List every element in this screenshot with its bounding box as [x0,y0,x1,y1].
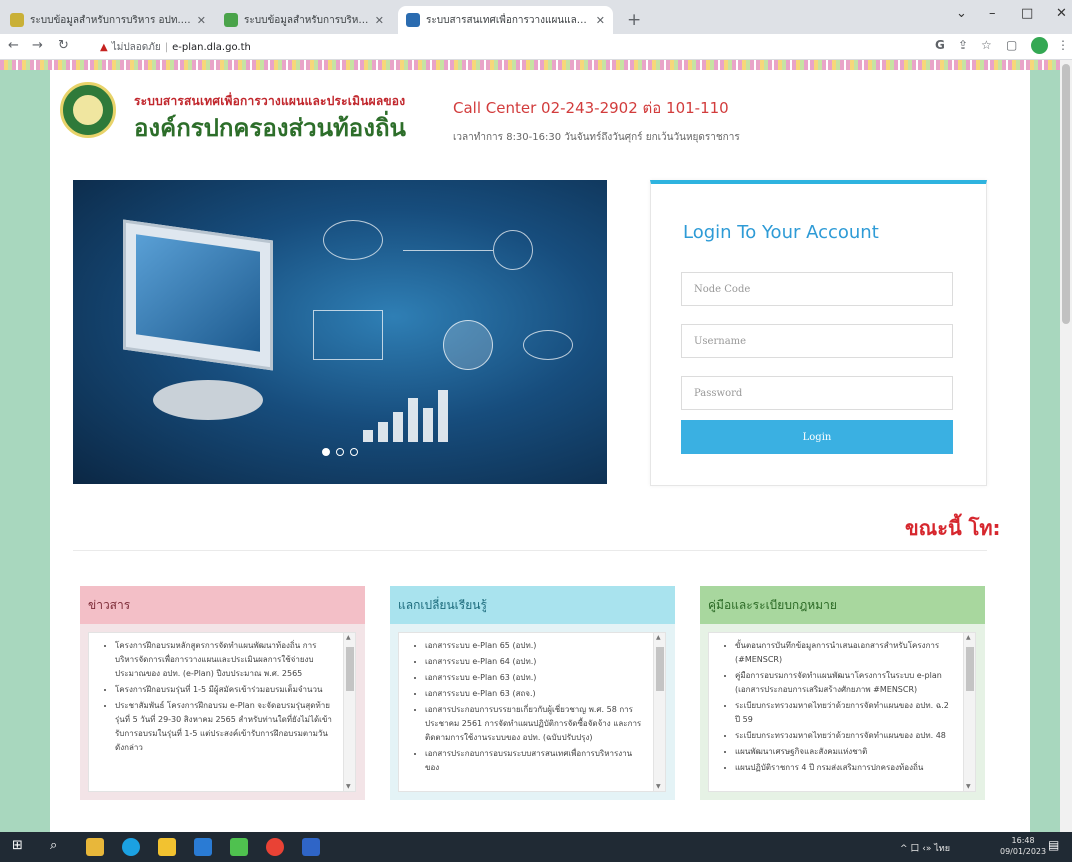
news-item[interactable]: ประชาสัมพันธ์ โครงการฝึกอบรม e-Plan จะจั… [115,699,333,755]
url-text: e-plan.dla.go.th [172,41,251,53]
notification-icon[interactable]: ▤ [1048,838,1066,856]
browser-toolbar: ← → ↻ ▲ ไม่ปลอดภัย | e-plan.dla.go.th G … [0,34,1072,60]
list-scrollbar[interactable]: ▲ ▼ [343,633,355,791]
document-link[interactable]: เอกสารระบบ e-Plan 65 (อปท.) [425,639,643,653]
edge-browser-icon[interactable] [122,838,140,856]
document-link[interactable]: เอกสารประกอบการอบรมระบบสารสนเทศเพื่อการบ… [425,747,643,775]
knowledge-share-panel: แลกเปลี่ยนเรียนรู้ เอกสารระบบ e-Plan 65 … [390,586,675,800]
image-carousel[interactable] [73,180,607,484]
divider: | [164,41,169,53]
news-item[interactable]: โครงการฝึกอบรมรุ่นที่ 1-5 มีผู้สมัครเข้า… [115,683,333,697]
favicon-icon [224,13,238,27]
tab-title: ระบบข้อมูลสำหรับการบริหาร อปท.ด้านอ... [244,14,369,26]
news-panel: ข่าวสาร โครงการฝึกอบรมหลักสูตรการจัดทำแผ… [80,586,365,800]
document-link[interactable]: เอกสารระบบ e-Plan 64 (อปท.) [425,655,643,669]
browser-tab-1[interactable]: ระบบข้อมูลสำหรับการบริหาร อปท.ด้านอ... ✕ [2,6,214,34]
bar-illustration [363,390,448,442]
manual-link[interactable]: ระเบียบกระทรวงมหาดไทยว่าด้วยการจัดทำแผนข… [735,699,953,727]
document-link[interactable]: เอกสารระบบ e-Plan 63 (สถจ.) [425,687,643,701]
favicon-icon [10,13,24,27]
browser-tab-active[interactable]: ระบบสารสนเทศเพื่อการวางแผนและประ... ✕ [398,6,613,34]
store-icon[interactable] [158,838,176,856]
menu-dots-icon[interactable]: ⋮ [1057,38,1069,52]
clock-date: 09/01/2023 [1000,847,1047,857]
section-divider [73,550,987,551]
forward-icon[interactable]: → [32,38,43,53]
page-scrollbar[interactable] [1060,60,1072,832]
org-logo [60,82,116,138]
page-viewport: ระบบสารสนเทศเพื่อการวางแผนและประเมินผลขอ… [0,60,1072,832]
close-tab-icon[interactable]: ✕ [596,14,605,27]
page-container: ระบบสารสนเทศเพื่อการวางแผนและประเมินผลขอ… [50,70,1030,832]
document-link[interactable]: เอกสารประกอบการบรรยายเกี่ยวกับผู้เชี่ยวช… [425,703,643,745]
monitor-illustration [123,219,273,371]
maximize-icon[interactable]: □ [1021,6,1033,21]
security-label: ไม่ปลอดภัย [111,41,161,53]
carousel-dot[interactable] [322,448,330,456]
username-input[interactable] [681,324,953,358]
favicon-icon [406,13,420,27]
windows-start-icon[interactable]: ⊞ [12,838,30,856]
knowledge-share-list-box: เอกสารระบบ e-Plan 65 (อปท.) เอกสารระบบ e… [398,632,666,792]
share-icon[interactable]: ⇪ [958,38,968,52]
manual-panel-title: คู่มือและระเบียบกฎหมาย [700,586,985,624]
close-tab-icon[interactable]: ✕ [197,14,206,27]
monitor-stand-illustration [153,380,263,420]
mail-icon[interactable] [194,838,212,856]
new-tab-button[interactable]: + [627,10,641,30]
close-window-icon[interactable]: ✕ [1056,6,1067,21]
reload-icon[interactable]: ↻ [58,38,69,53]
manual-list-box: ขั้นตอนการบันทึกข้อมูลการนำเสนอเอกสารสำห… [708,632,976,792]
word-icon[interactable] [302,838,320,856]
login-title: Login To Your Account [683,222,879,243]
office-hours-text: เวลาทำการ 8:30-16:30 วันจันทร์ถึงวันศุกร… [453,132,740,143]
chrome-icon[interactable] [266,838,284,856]
list-scrollbar[interactable]: ▲ ▼ [963,633,975,791]
system-tray[interactable]: ^ 口 ‹» ไทย [900,841,950,855]
call-center-text: Call Center 02-243-2902 ต่อ 101-110 [453,99,729,117]
google-icon[interactable]: G [935,38,945,52]
knowledge-share-panel-title: แลกเปลี่ยนเรียนรู้ [390,586,675,624]
manual-regulation-panel: คู่มือและระเบียบกฎหมาย ขั้นตอนการบันทึกข… [700,586,985,800]
news-item[interactable]: โครงการฝึกอบรมหลักสูตรการจัดทำแผนพัฒนาท้… [115,639,333,681]
back-icon[interactable]: ← [8,38,19,53]
manual-link[interactable]: แผนปฏิบัติราชการ 4 ปี กรมส่งเสริมการปกคร… [735,761,953,775]
organization-name: องค์กรปกครองส่วนท้องถิ่น [134,114,406,142]
search-icon[interactable]: ⌕ [50,838,68,856]
manual-link[interactable]: ระเบียบกระทรวงมหาดไทยว่าด้วยการจัดทำแผนข… [735,729,953,743]
login-button[interactable]: Login [681,420,953,454]
profile-avatar[interactable] [1031,37,1048,54]
news-panel-title: ข่าวสาร [80,586,365,624]
address-bar[interactable]: ▲ ไม่ปลอดภัย | e-plan.dla.go.th [100,37,920,57]
warning-icon: ▲ [100,41,108,53]
browser-tab-2[interactable]: ระบบข้อมูลสำหรับการบริหาร อปท.ด้านอ... ✕ [216,6,392,34]
taskbar-clock[interactable]: 16:48 09/01/2023 [1000,835,1046,857]
password-input[interactable] [681,376,953,410]
news-list-box: โครงการฝึกอบรมหลักสูตรการจัดทำแผนพัฒนาท้… [88,632,356,792]
manual-link[interactable]: แผนพัฒนาเศรษฐกิจและสังคมแห่งชาติ [735,745,953,759]
file-explorer-icon[interactable] [86,838,104,856]
manual-link[interactable]: คู่มือการอบรมการจัดทำแผนพัฒนาโครงการในระ… [735,669,953,697]
clock-time: 16:48 [1011,836,1035,845]
carousel-dot[interactable] [350,448,358,456]
carousel-indicators [73,448,607,456]
document-link[interactable]: เอกสารระบบ e-Plan 63 (อปท.) [425,671,643,685]
announcement-marquee: ขณะนี้ โท: [905,516,1001,540]
tab-title: ระบบข้อมูลสำหรับการบริหาร อปท.ด้านอ... [30,14,191,26]
line-app-icon[interactable] [230,838,248,856]
side-panel-icon[interactable]: ▢ [1006,38,1017,52]
tab-search-icon[interactable]: ⌄ [956,6,967,21]
carousel-dot[interactable] [336,448,344,456]
minimize-icon[interactable]: – [989,6,996,21]
login-panel: Login To Your Account Login [650,180,987,486]
bookmark-star-icon[interactable]: ☆ [981,38,992,52]
browser-tab-strip: ระบบข้อมูลสำหรับการบริหาร อปท.ด้านอ... ✕… [0,0,1072,34]
node-code-input[interactable] [681,272,953,306]
decorative-pattern-bar [0,60,1072,70]
tab-title: ระบบสารสนเทศเพื่อการวางแผนและประ... [426,14,590,26]
manual-link[interactable]: ขั้นตอนการบันทึกข้อมูลการนำเสนอเอกสารสำห… [735,639,953,667]
close-tab-icon[interactable]: ✕ [375,14,384,27]
windows-taskbar: ⊞ ⌕ ^ 口 ‹» ไทย 16:48 09/01/2023 ▤ [0,832,1072,862]
list-scrollbar[interactable]: ▲ ▼ [653,633,665,791]
